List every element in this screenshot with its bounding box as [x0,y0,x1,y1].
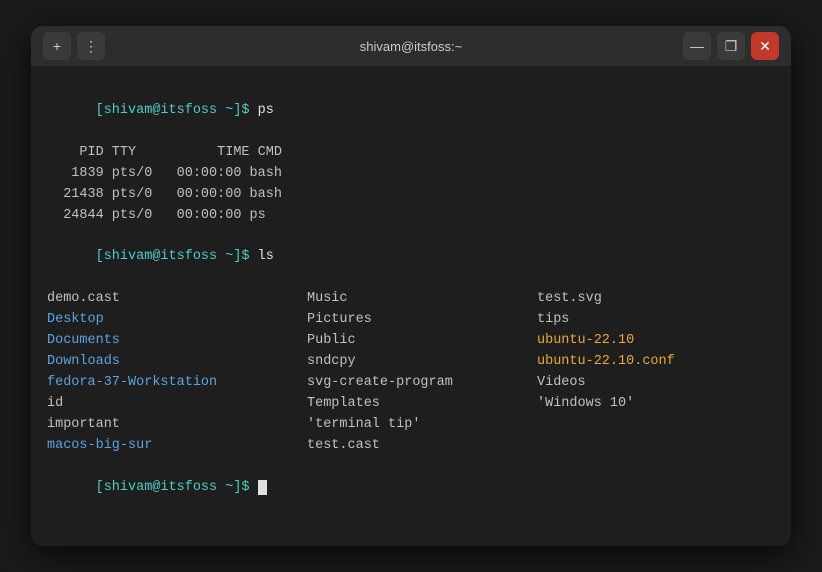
ls-c3-r3: ubuntu-22.10 [537,331,775,352]
ps-header: PID TTY TIME CMD [47,143,775,164]
titlebar: + ⋮ shivam@itsfoss:~ — ❐ ✕ [31,26,791,66]
menu-button[interactable]: ⋮ [77,32,105,60]
ls-c1-r4: Downloads [47,352,307,373]
ls-c1-r1: demo.cast [47,289,307,310]
terminal-body[interactable]: [shivam@itsfoss ~]$ ps PID TTY TIME CMD … [31,66,791,546]
ls-c2-r8: test.cast [307,436,537,457]
ls-c3-r5: Videos [537,373,775,394]
ls-c3-r1: test.svg [537,289,775,310]
ls-c3-r4: ubuntu-22.10.conf [537,352,775,373]
cursor [258,480,267,495]
titlebar-actions: — ❐ ✕ [683,32,779,60]
ls-c2-r2: Pictures [307,310,537,331]
ps-row-3: 24844 pts/0 00:00:00 ps [47,206,775,227]
ls-c3-r7 [537,415,775,436]
ls-c2-r4: sndcpy [307,352,537,373]
ls-c2-r1: Music [307,289,537,310]
ls-c1-r6: id [47,394,307,415]
ps-row-1: 1839 pts/0 00:00:00 bash [47,164,775,185]
minimize-button[interactable]: — [683,32,711,60]
ls-c2-r5: svg-create-program [307,373,537,394]
ls-c3-r2: tips [537,310,775,331]
titlebar-title: shivam@itsfoss:~ [360,39,462,54]
close-button[interactable]: ✕ [751,32,779,60]
cmd-ls: ls [258,249,274,264]
ps-prompt-line: [shivam@itsfoss ~]$ ps [47,80,775,143]
prompt-3: [shivam@itsfoss ~]$ [96,480,258,495]
cmd-ps: ps [258,103,274,118]
ps-row-2: 21438 pts/0 00:00:00 bash [47,185,775,206]
ls-c1-r5: fedora-37-Workstation [47,373,307,394]
ls-output: demo.cast Music test.svg Desktop Picture… [47,289,775,456]
ls-c3-r6: 'Windows 10' [537,394,775,415]
ls-c1-r2: Desktop [47,310,307,331]
prompt-1: [shivam@itsfoss ~]$ [96,103,258,118]
maximize-button[interactable]: ❐ [717,32,745,60]
ls-c1-r7: important [47,415,307,436]
ls-c3-r8 [537,436,775,457]
ls-c2-r3: Public [307,331,537,352]
final-prompt-line: [shivam@itsfoss ~]$ [47,457,775,520]
terminal-window: + ⋮ shivam@itsfoss:~ — ❐ ✕ [shivam@itsfo… [31,26,791,546]
ls-c2-r7: 'terminal tip' [307,415,537,436]
ls-c2-r6: Templates [307,394,537,415]
add-tab-button[interactable]: + [43,32,71,60]
ls-c1-r3: Documents [47,331,307,352]
ls-prompt-line: [shivam@itsfoss ~]$ ls [47,226,775,289]
ls-c1-r8: macos-big-sur [47,436,307,457]
titlebar-left: + ⋮ [43,32,105,60]
prompt-2: [shivam@itsfoss ~]$ [96,249,258,264]
